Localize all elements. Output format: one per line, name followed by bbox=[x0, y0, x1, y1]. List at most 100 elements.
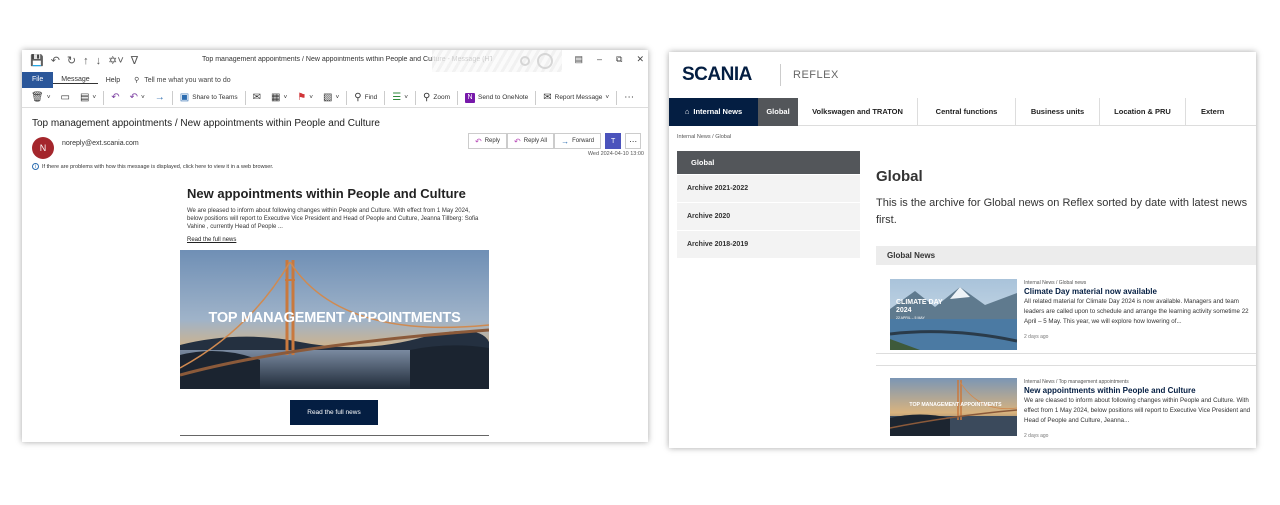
customize-toolbar-icon[interactable]: ∇ bbox=[131, 55, 138, 67]
scania-logo[interactable]: SCANIA bbox=[682, 64, 752, 86]
delete-button[interactable]: 🗑 ˅ bbox=[28, 92, 54, 103]
window-controls: ▤ – ⧉ ✕ bbox=[574, 54, 644, 65]
info-bar[interactable]: i If there are problems with how this me… bbox=[32, 163, 273, 170]
info-bar-text: If there are problems with how this mess… bbox=[42, 163, 274, 170]
move-button[interactable]: ▤ ˅ bbox=[77, 91, 99, 103]
news-meta[interactable]: Internal News / Global news bbox=[1024, 280, 1086, 286]
search-icon: ⚲ bbox=[354, 91, 362, 103]
translate-icon: ☰ bbox=[392, 91, 402, 103]
news-summary: We are cleased to inform about following… bbox=[1024, 397, 1251, 424]
forward-button[interactable]: → Forward bbox=[554, 133, 602, 149]
forward-button[interactable]: → bbox=[152, 91, 168, 103]
tab-help[interactable]: Help bbox=[98, 77, 128, 84]
thumb-subtitle: 22 APRIL – 5 MAY bbox=[896, 316, 925, 320]
forward-icon: → bbox=[154, 91, 165, 103]
share-to-teams-button[interactable]: ▣ Share to Teams bbox=[177, 91, 241, 103]
save-icon[interactable]: 💾 bbox=[30, 55, 44, 67]
nav-central-functions[interactable]: Central functions bbox=[918, 98, 1016, 126]
sidebar-item-archive-2018-2019[interactable]: Archive 2018-2019 bbox=[677, 230, 860, 258]
read-full-news-link[interactable]: Read the full news bbox=[187, 237, 236, 243]
quick-access-toolbar: 💾 ↶ ↻ ↑ ↓ ✡˅ ∇ bbox=[30, 55, 138, 67]
report-icon: ✉ bbox=[543, 91, 552, 103]
news-thumbnail[interactable]: CLIMATE DAY 2024 22 APRIL – 5 MAY bbox=[890, 279, 1017, 350]
thumb-title: TOP MANAGEMENT APPOINTMENTS bbox=[909, 402, 1002, 408]
dropdown-arrow-icon: ˅ bbox=[92, 94, 97, 101]
hero-image[interactable]: TOP MANAGEMENT APPOINTMENTS bbox=[180, 250, 489, 389]
ribbon-divider bbox=[244, 90, 246, 105]
ribbon-divider bbox=[415, 90, 417, 105]
dropdown-arrow-icon: ˅ bbox=[46, 94, 51, 101]
news-card[interactable]: TOP MANAGEMENT APPOINTMENTS Internal New… bbox=[876, 365, 1256, 448]
message-subject: Top management appointments / New appoin… bbox=[32, 118, 380, 129]
redo-icon[interactable]: ↻ bbox=[67, 55, 76, 67]
nav-volkswagen-traton[interactable]: Volkswagen and TRATON bbox=[798, 98, 918, 126]
main-navigation: ⌂ Internal News Global Volkswagen and TR… bbox=[669, 98, 1256, 126]
reply-button[interactable]: ↶ bbox=[108, 92, 122, 103]
zoom-button[interactable]: ⚲ Zoom bbox=[420, 91, 453, 103]
minimize-icon[interactable]: – bbox=[597, 54, 602, 65]
zoom-label: Zoom bbox=[433, 94, 450, 101]
flag-button[interactable]: ⚑ ˅ bbox=[294, 92, 316, 103]
sidebar-item-archive-2020[interactable]: Archive 2020 bbox=[677, 202, 860, 230]
ribbon-divider bbox=[457, 90, 458, 105]
email-headline: New appointments within People and Cultu… bbox=[187, 186, 466, 201]
teams-button[interactable]: T bbox=[605, 133, 622, 149]
undo-icon[interactable]: ↶ bbox=[51, 55, 60, 67]
reply-all-button[interactable]: ↶ ˅ bbox=[127, 91, 148, 103]
translate-button[interactable]: ☰ ˅ bbox=[389, 91, 411, 103]
news-card[interactable]: CLIMATE DAY 2024 22 APRIL – 5 MAY Intern… bbox=[876, 265, 1256, 354]
reply-all-label: Reply All bbox=[523, 138, 548, 144]
teams-icon: ▣ bbox=[179, 91, 190, 103]
tell-me-search[interactable]: ⚲ Tell me what you want to do bbox=[134, 76, 231, 85]
report-message-button[interactable]: ✉ Report Message ˅ bbox=[540, 91, 612, 103]
reply-all-button[interactable]: ↶ Reply All bbox=[507, 133, 555, 149]
nav-external[interactable]: Extern bbox=[1186, 98, 1256, 126]
more-actions-button[interactable]: ⋯ bbox=[625, 133, 642, 149]
sidebar-item-archive-2021-2022[interactable]: Archive 2021-2022 bbox=[677, 174, 860, 202]
news-thumbnail[interactable]: TOP MANAGEMENT APPOINTMENTS bbox=[890, 378, 1017, 436]
ribbon-toolbar: 🗑 ˅ ▭ ▤ ˅ ↶ ↶ ˅ → ▣ Share to Teams ✉ ▦ ˅ ⚑ ˅ ▧… bbox=[22, 88, 648, 108]
page-title: Global bbox=[876, 168, 923, 185]
reply-button[interactable]: ↶ Reply bbox=[468, 133, 508, 149]
close-icon[interactable]: ✕ bbox=[636, 54, 644, 65]
hero-text: TOP MANAGEMENT APPOINTMENTS bbox=[208, 310, 461, 326]
tab-message[interactable]: Message bbox=[53, 76, 98, 84]
move-icon: ▤ bbox=[79, 91, 90, 103]
zoom-icon: ⚲ bbox=[423, 91, 431, 103]
avatar[interactable]: N bbox=[32, 137, 54, 159]
envelope-icon: ✉ bbox=[252, 91, 262, 103]
tag-icon[interactable]: ✡˅ bbox=[108, 55, 124, 67]
onenote-icon: N bbox=[465, 92, 475, 103]
ribbon-display-icon[interactable]: ▤ bbox=[574, 54, 583, 65]
reflex-brand[interactable]: REFLEX bbox=[793, 69, 839, 81]
news-title[interactable]: Climate Day material now available bbox=[1024, 287, 1157, 296]
archive-button[interactable]: ▭ bbox=[58, 92, 73, 103]
ribbon-tabs: File Message Help ⚲ Tell me what you wan… bbox=[22, 72, 648, 88]
sender-address[interactable]: noreply@ext.scania.com bbox=[62, 140, 139, 147]
apps-button[interactable]: ▦ ˅ bbox=[268, 92, 290, 103]
reflex-page: SCANIA REFLEX ⌂ Internal News Global Vol… bbox=[669, 52, 1256, 448]
up-arrow-icon[interactable]: ↑ bbox=[83, 55, 89, 67]
news-meta[interactable]: Internal News / Top management appointme… bbox=[1024, 379, 1129, 385]
categorize-button[interactable]: ▧ ˅ bbox=[320, 92, 342, 103]
nav-business-units[interactable]: Business units bbox=[1016, 98, 1100, 126]
find-button[interactable]: ⚲ Find bbox=[351, 91, 380, 103]
nav-global[interactable]: Global bbox=[758, 98, 798, 126]
send-to-onenote-button[interactable]: N Send to OneNote bbox=[462, 92, 531, 103]
sidebar: Global Archive 2021-2022 Archive 2020 Ar… bbox=[677, 151, 860, 258]
tab-file[interactable]: File bbox=[22, 72, 54, 88]
reply-all-icon: ↶ bbox=[129, 91, 138, 103]
nav-location-pru[interactable]: Location & PRU bbox=[1100, 98, 1186, 126]
ribbon-divider bbox=[616, 90, 618, 105]
restore-icon[interactable]: ⧉ bbox=[616, 54, 622, 65]
title-bar-decoration bbox=[432, 50, 562, 72]
message-actions: ↶ Reply ↶ Reply All → Forward T ⋯ bbox=[468, 133, 642, 149]
read-full-news-button[interactable]: Read the full news bbox=[290, 400, 378, 425]
sidebar-item-global[interactable]: Global bbox=[677, 151, 860, 174]
mail-button[interactable]: ✉ bbox=[250, 91, 264, 103]
news-title[interactable]: New appointments within People and Cultu… bbox=[1024, 386, 1196, 395]
more-options-button[interactable]: ⋯ bbox=[621, 92, 637, 103]
nav-internal-news[interactable]: ⌂ Internal News bbox=[669, 98, 758, 126]
breadcrumb[interactable]: Internal News / Global bbox=[677, 134, 731, 140]
down-arrow-icon[interactable]: ↓ bbox=[96, 55, 102, 67]
